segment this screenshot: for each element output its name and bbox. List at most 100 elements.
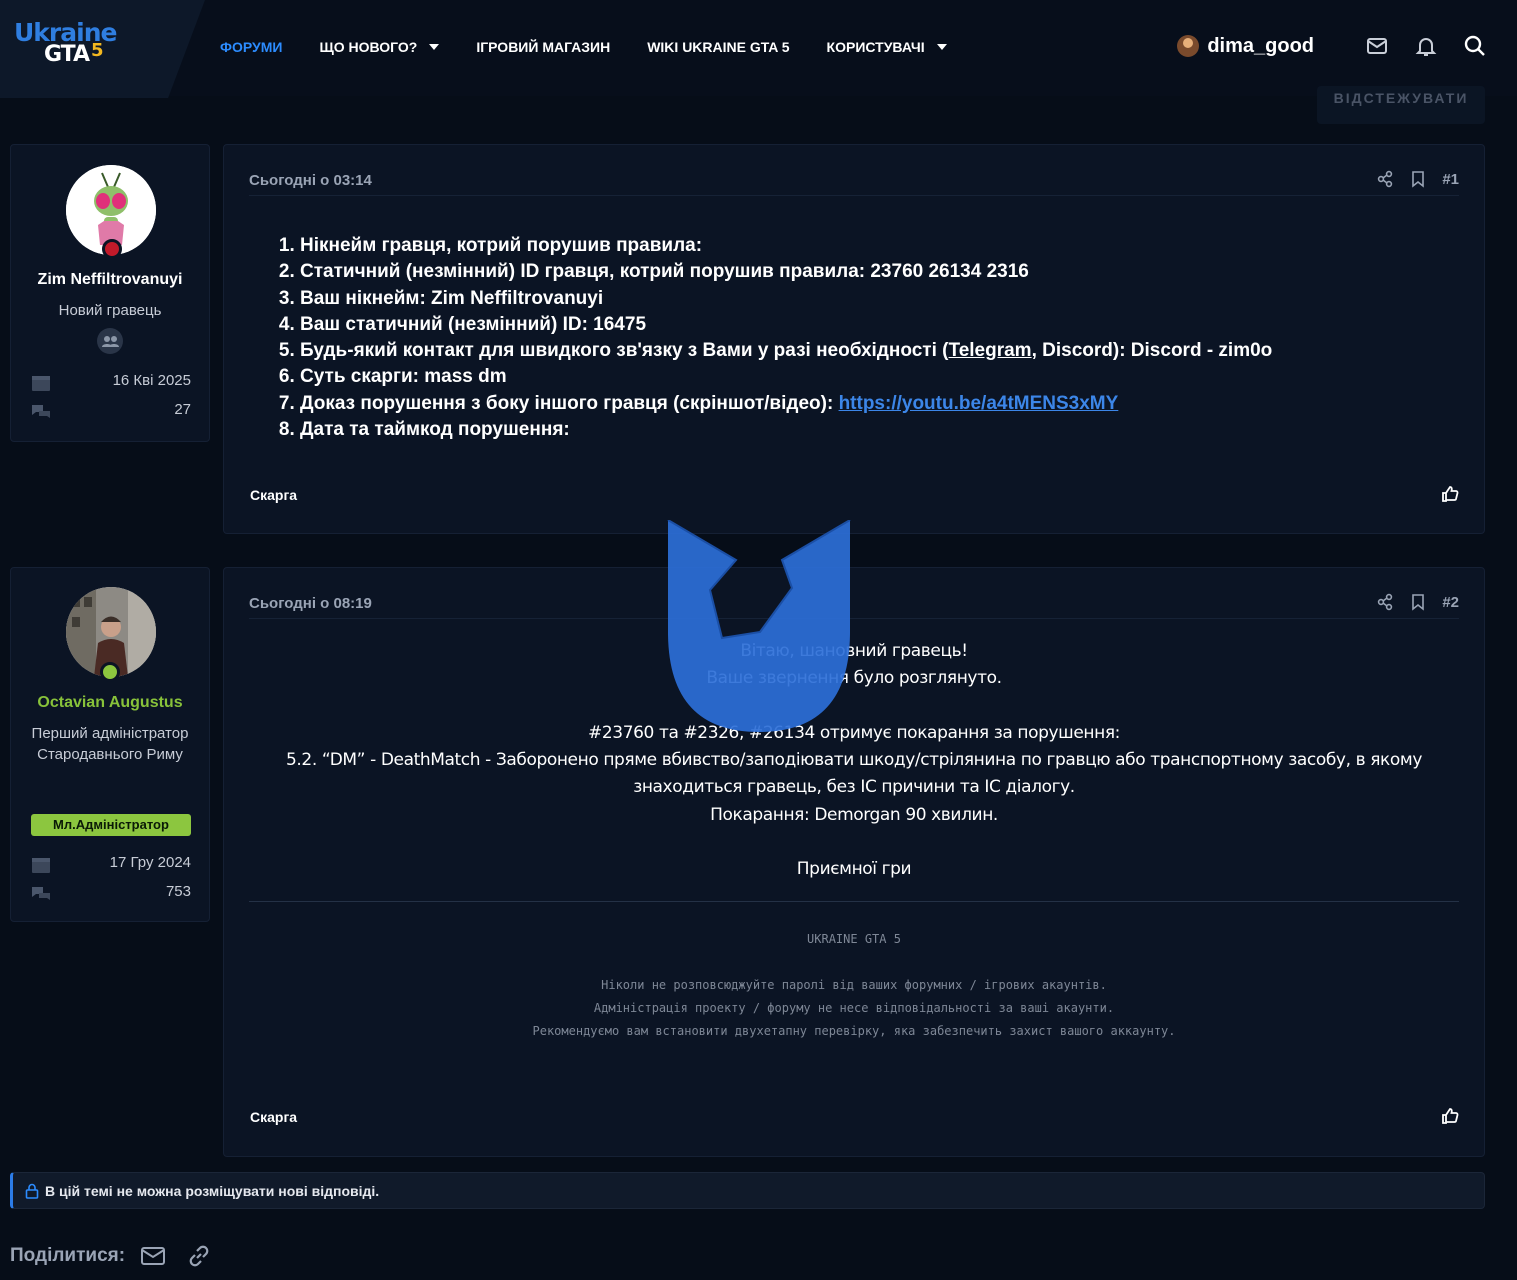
closing-text: Приємної гри <box>796 859 912 879</box>
joined-value: 17 Гру 2024 <box>109 854 191 871</box>
list-item: Статичний (незмінний) ID гравця, котрий … <box>300 259 1272 285</box>
post-body: Сьогодні о 08:19 #2 Вітаю, шановний грав… <box>223 567 1485 1157</box>
share-icon[interactable] <box>1376 593 1394 611</box>
list-item-text: Дата та таймкод порушення: <box>300 419 570 441</box>
search-icon[interactable] <box>1463 34 1487 58</box>
reply-greeting: Вітаю, шановний гравець! <box>740 641 968 661</box>
messages-value: 27 <box>174 401 191 418</box>
joined-value: 16 Кві 2025 <box>112 372 191 389</box>
list-item-text: Нікнейм гравця, котрий порушив правила: <box>300 235 703 256</box>
online-status-dot <box>100 662 120 682</box>
nav-whats-new[interactable]: ЩО НОВОГО? <box>319 39 440 55</box>
post-tools: #2 <box>1361 593 1459 611</box>
thread-locked-notice: В цій темі не можна розміщувати нові від… <box>10 1172 1485 1209</box>
bell-icon[interactable] <box>1414 34 1438 58</box>
bookmark-icon[interactable] <box>1409 170 1427 188</box>
logo-text-5: 5 <box>91 40 104 61</box>
chevron-down-icon[interactable] <box>429 44 440 50</box>
nav-label: ІГРОВИЙ МАГАЗИН <box>476 39 611 55</box>
share-icon[interactable] <box>1376 170 1394 188</box>
list-item-text: Ваш нікнейм: Zim Neffiltrovanuyi <box>300 287 604 309</box>
list-item-text: Статичний (незмінний) ID гравця, котрий … <box>300 261 1029 283</box>
user-area: dima_good <box>1177 30 1487 62</box>
rule-text: 5.2. “DM” - DeathMatch - Заборонено прям… <box>285 750 1423 770</box>
nav-users[interactable]: КОРИСТУВАЧІ <box>827 39 947 55</box>
author-name[interactable]: Zim Neffiltrovanuyi <box>11 271 209 289</box>
logo-text-gta: GTA <box>44 42 90 67</box>
envelope-icon[interactable] <box>1365 34 1389 58</box>
list-item-text: Доказ порушення з боку іншого гравця (ск… <box>300 392 839 414</box>
report-form-list: Нікнейм гравця, котрий порушив правила: … <box>276 233 1272 443</box>
group-icon <box>97 328 123 354</box>
comments-icon <box>31 885 51 903</box>
envelope-icon[interactable] <box>139 1242 167 1270</box>
link-icon[interactable] <box>185 1242 213 1270</box>
chevron-down-icon[interactable] <box>936 44 947 50</box>
share-bar: Поділитися: <box>10 1242 231 1270</box>
signature-divider <box>249 901 1459 902</box>
main-nav: ФОРУМИ ЩО НОВОГО? ІГРОВИЙ МАГАЗИН WIKI U… <box>220 36 984 58</box>
post-tools: #1 <box>1361 170 1459 188</box>
author-name[interactable]: Octavian Augustus <box>11 694 209 712</box>
current-username[interactable]: dima_good <box>1207 35 1314 58</box>
list-item-text: Будь-який контакт для швидкого зв'язку з… <box>300 340 949 362</box>
message-count: 27 <box>31 401 191 423</box>
post-author-card: Octavian Augustus Перший адміністратор С… <box>10 567 210 922</box>
nav-label: КОРИСТУВАЧІ <box>826 39 925 55</box>
top-navbar: Ukraine GTA 5 ФОРУМИ ЩО НОВОГО? ІГРОВИЙ … <box>0 0 1517 98</box>
reply-status: Ваше звернення було розглянуто. <box>706 668 1002 688</box>
like-icon[interactable] <box>1441 1107 1459 1125</box>
site-logo[interactable]: Ukraine GTA 5 <box>14 18 126 70</box>
list-item: Ваш статичний (незмінний) ID: 16475 <box>300 312 1272 338</box>
messages-value: 753 <box>165 883 191 900</box>
author-title: Новий гравець <box>58 302 162 319</box>
status-dot <box>102 239 122 259</box>
joined-date: 16 Кві 2025 <box>31 372 191 394</box>
nav-wiki[interactable]: WIKI UKRAINE GTA 5 <box>647 39 789 55</box>
nav-label: WIKI UKRAINE GTA 5 <box>647 39 790 55</box>
post-number[interactable]: #1 <box>1442 171 1459 188</box>
nav-forums[interactable]: ФОРУМИ <box>220 39 282 55</box>
report-link[interactable]: Скарга <box>250 487 297 503</box>
role-badge: Мл.Адміністратор <box>31 814 191 836</box>
list-item-text: Ваш статичний (незмінний) ID: 16475 <box>300 313 647 335</box>
nav-game-store[interactable]: ІГРОВИЙ МАГАЗИН <box>476 39 610 55</box>
signature-line: Адміністрація проекту / форуму не несе в… <box>593 1001 1115 1015</box>
avatar[interactable] <box>1177 35 1200 57</box>
list-item: Ваш нікнейм: Zim Neffiltrovanuyi <box>300 286 1272 312</box>
post-header: Сьогодні о 08:19 #2 <box>249 593 1459 619</box>
list-item: Суть скарги: mass dm <box>300 364 1272 390</box>
telegram-text: Telegram <box>948 340 1032 362</box>
bookmark-icon[interactable] <box>1409 593 1427 611</box>
list-item-text: , Discord): Discord - zim0o <box>1031 340 1273 362</box>
rule-text: знаходиться гравець, без IC причини та I… <box>633 777 1075 797</box>
follow-label: ВІДСТЕЖУВАТИ <box>1333 90 1469 106</box>
signature-line: Ніколи не розповсюджуйте паролі від ваши… <box>601 978 1107 992</box>
nav-label: ФОРУМИ <box>220 39 283 55</box>
author-title: Перший адміністратор Стародавнього Риму <box>31 725 189 763</box>
calendar-icon <box>31 856 51 874</box>
message-count: 753 <box>31 883 191 905</box>
signature-line: Рекомендуємо вам встановити двухетапну п… <box>532 1024 1176 1038</box>
comments-icon <box>31 403 51 421</box>
list-item: Доказ порушення з боку іншого гравця (ск… <box>300 391 1272 417</box>
calendar-icon <box>31 374 51 392</box>
punishment-text: Покарання: Demorgan 90 хвилин. <box>710 805 998 825</box>
joined-date: 17 Гру 2024 <box>31 854 191 876</box>
share-label: Поділитися: <box>10 1245 126 1266</box>
evidence-link[interactable]: https://youtu.be/a4tMENS3xMY <box>839 393 1119 414</box>
like-icon[interactable] <box>1441 485 1459 503</box>
post-body: Сьогодні о 03:14 #1 Нікнейм гравця, котр… <box>223 144 1485 534</box>
nav-label: ЩО НОВОГО? <box>319 39 418 55</box>
post-date[interactable]: Сьогодні о 08:19 <box>249 595 372 612</box>
lock-icon <box>25 1183 39 1199</box>
reply-verdict: #23760 та #2326, #26134 отримує покаранн… <box>588 723 1120 743</box>
follow-button[interactable]: ВІДСТЕЖУВАТИ <box>1317 86 1485 124</box>
post-date[interactable]: Сьогодні о 03:14 <box>249 172 372 189</box>
locked-notice-text: В цій темі не можна розміщувати нові від… <box>45 1183 380 1199</box>
list-item: Дата та таймкод порушення: <box>300 417 1272 443</box>
report-link[interactable]: Скарга <box>250 1109 297 1125</box>
post-author-card: Zim Neffiltrovanuyi Новий гравець 16 Кві… <box>10 144 210 442</box>
list-item-text: Суть скарги: mass dm <box>300 366 507 388</box>
post-number[interactable]: #2 <box>1442 594 1459 611</box>
